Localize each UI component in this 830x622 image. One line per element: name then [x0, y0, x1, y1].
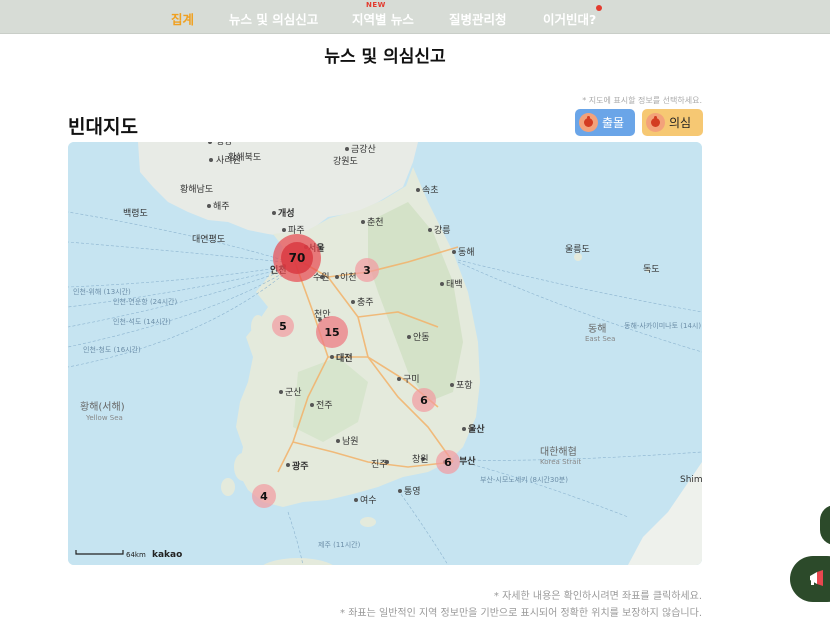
route-label: 인천-청도 (16시간)	[83, 345, 141, 354]
region-label: 황해남도	[180, 184, 213, 195]
city-label: 전주	[316, 400, 333, 411]
sea-label-strait-en: Korea Strait	[540, 458, 581, 466]
nav-tab-kdca[interactable]: 질병관리청	[449, 9, 507, 28]
city-label: 개성	[278, 207, 295, 219]
city-label: 수원	[313, 272, 330, 283]
suspect-toggle-button[interactable]: 의심	[642, 109, 703, 136]
route-label: 인천-석도 (14시간)	[113, 317, 171, 326]
city-label: 춘천	[367, 217, 384, 228]
new-badge: NEW	[366, 1, 386, 9]
city-label: 평양	[216, 142, 233, 147]
nav-tab-news-reports[interactable]: 뉴스 및 의심신고	[229, 9, 318, 28]
city-label: 사리원	[216, 155, 241, 166]
region-label: 울릉도	[565, 244, 590, 255]
city-label: 통영	[404, 486, 421, 497]
city-label: 금강산	[351, 144, 376, 155]
city-label: 여수	[360, 494, 377, 506]
region-label: 독도	[643, 264, 660, 275]
cluster-busan[interactable]: 6	[436, 450, 460, 474]
outbreak-toggle-label: 출몰	[602, 116, 625, 130]
cluster-gyeonggi-east[interactable]: 3	[355, 258, 379, 282]
city-label: 진주	[371, 459, 388, 470]
island	[251, 315, 265, 339]
cluster-jeonnam[interactable]: 4	[252, 484, 276, 508]
scale-text: 64km	[126, 551, 146, 559]
city-label: 태백	[446, 279, 463, 290]
footnote-click-hint: * 자세한 내용은 확인하시려면 좌표를 클릭하세요.	[493, 591, 702, 602]
sea-label-west: 황해(서해)	[80, 400, 125, 413]
footnote-location-disclaimer: * 좌표는 일반적인 지역 정보만을 기반으로 표시되어 정확한 위치를 보장하…	[340, 608, 702, 619]
kakao-logo: kakao	[152, 550, 182, 560]
city-label: 울산	[468, 423, 485, 435]
cluster-count: 4	[260, 490, 268, 503]
city-label: 속초	[422, 185, 439, 196]
cluster-count: 5	[279, 320, 287, 333]
nav-tab-summary[interactable]: 집계	[171, 9, 194, 28]
suspect-toggle-label: 의심	[669, 116, 692, 130]
route-label: 제주 (11시간)	[318, 540, 361, 549]
sea-label-west-en: Yellow Sea	[85, 414, 123, 422]
city-label: 부산	[459, 455, 476, 467]
city-label: 대전	[336, 352, 353, 364]
city-label: 충주	[357, 297, 374, 308]
city-label: 이천	[340, 272, 357, 283]
region-label: 백령도	[123, 207, 148, 219]
cluster-chungnam-west[interactable]: 5	[272, 315, 294, 337]
floating-button-top[interactable]	[820, 505, 830, 545]
cluster-cheonan[interactable]: 15	[316, 316, 348, 348]
city-label: 구미	[403, 374, 420, 385]
cluster-count: 70	[289, 251, 306, 265]
island	[360, 517, 376, 527]
bedbug-map[interactable]: 인천-위해 (13시간) 인천-연운항 (24시간) 인천-석도 (14시간) …	[68, 142, 702, 565]
nav-tab-is-it-bedbug[interactable]: 이거빈대?	[543, 5, 603, 28]
page-title: 뉴스 및 의심신고	[324, 47, 446, 67]
section-title: 빈대지도	[68, 116, 138, 138]
city-label: 포항	[456, 380, 473, 391]
cluster-count: 6	[420, 394, 428, 407]
bug-icon	[646, 113, 665, 132]
route-label: 부산-시모노세키 (8시간30분)	[480, 475, 568, 484]
route-label: 인천-연운항 (24시간)	[113, 297, 177, 306]
city-label: 해주	[213, 201, 230, 212]
city-label: 광주	[292, 460, 309, 472]
megaphone-icon	[810, 570, 823, 586]
top-nav: 집계 뉴스 및 의심신고 지역별 뉴스 NEW 질병관리청 이거빈대?	[0, 0, 830, 34]
nav-tab-regional-news[interactable]: 지역별 뉴스 NEW	[352, 1, 414, 28]
cluster-count: 3	[363, 264, 371, 277]
city-label: 창원	[412, 454, 429, 465]
route-label: 동해-사카이미나토 (14시)	[624, 321, 701, 330]
island	[234, 453, 252, 481]
cluster-seoul[interactable]: 70	[273, 234, 321, 282]
notification-dot	[596, 5, 603, 11]
sea-label-east-en: East Sea	[585, 335, 615, 343]
route-label: 인천-위해 (13시간)	[73, 287, 131, 296]
city-label: 남원	[342, 436, 359, 447]
nav-tab-is-it-bedbug-label: 이거빈대?	[543, 12, 597, 27]
city-label: 강릉	[434, 225, 451, 236]
city-label: 안동	[413, 332, 430, 343]
city-label: 동해	[458, 247, 475, 258]
sea-label-strait: 대한해협	[540, 445, 577, 458]
map-hint: * 지도에 표시할 정보를 선택하세요.	[582, 96, 702, 105]
outbreak-toggle-button[interactable]: 출몰	[575, 109, 635, 136]
city-label: 군산	[285, 387, 302, 398]
region-label: Shim	[680, 475, 702, 485]
bug-icon	[579, 113, 598, 132]
island	[221, 478, 235, 496]
region-label: 대연평도	[192, 234, 225, 245]
cluster-count: 6	[444, 456, 452, 469]
region-label: 강원도	[333, 156, 358, 167]
cluster-count: 15	[324, 326, 339, 339]
cluster-daegu[interactable]: 6	[412, 388, 436, 412]
sea-label-east: 동해	[588, 322, 606, 335]
nav-tab-regional-news-label: 지역별 뉴스	[352, 12, 414, 27]
